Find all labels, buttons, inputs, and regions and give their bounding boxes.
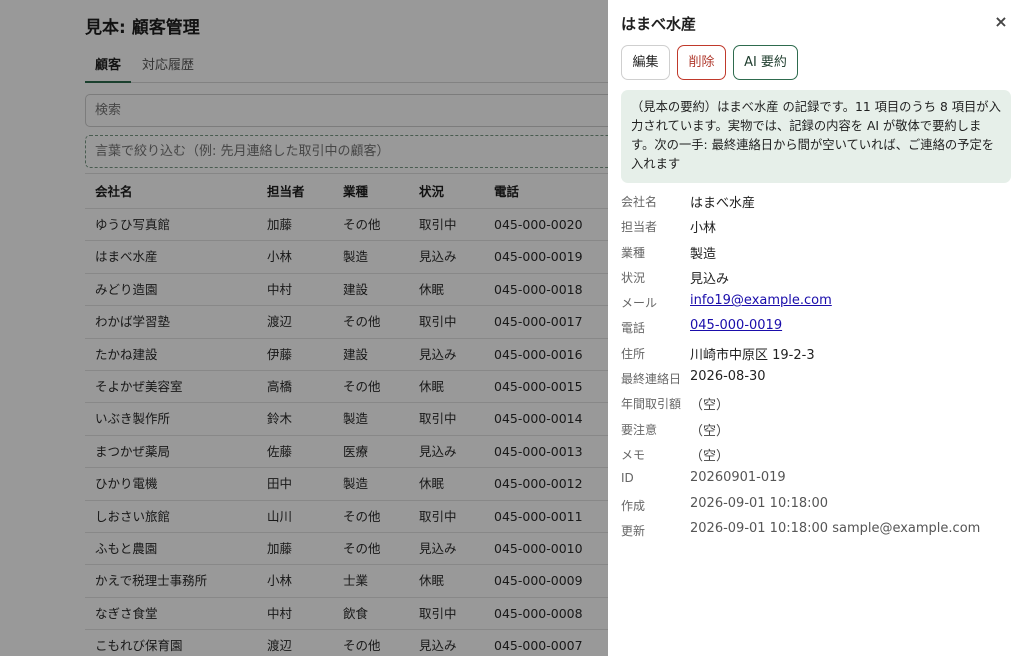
detail-value: （空） <box>690 398 730 414</box>
ai-summary-box: （見本の要約）はまべ水産 の記録です。11 項目のうち 8 項目が入力されていま… <box>621 90 1011 183</box>
ai-summary-button[interactable]: AI 要約 <box>733 45 798 80</box>
detail-value: 製造 <box>690 246 717 262</box>
detail-value: 小林 <box>690 221 717 237</box>
detail-row: 要注意 （空） <box>621 417 1011 442</box>
detail-value: （空） <box>690 423 730 439</box>
detail-row: 最終連絡日 2026-08-30 <box>621 366 1011 391</box>
detail-row: 業種 製造 <box>621 240 1011 265</box>
detail-label: 更新 <box>621 523 646 538</box>
detail-row: 住所 川崎市中原区 19-2-3 <box>621 341 1011 366</box>
delete-button[interactable]: 削除 <box>677 45 726 80</box>
detail-row: 担当者 小林 <box>621 214 1011 239</box>
detail-label: 担当者 <box>621 220 658 235</box>
detail-value: （空） <box>690 448 730 464</box>
detail-label: 電話 <box>621 321 646 336</box>
detail-value: 2026-08-30 <box>690 369 766 385</box>
detail-value: 2026-09-01 10:18:00 sample@example.com <box>690 520 981 536</box>
detail-value: 20260901-019 <box>690 470 786 486</box>
detail-row: メモ （空） <box>621 442 1011 467</box>
detail-drawer: はまべ水産 × 編集 削除 AI 要約 （見本の要約）はまべ水産 の記録です。1… <box>608 0 1024 656</box>
close-button[interactable]: × <box>993 12 1009 32</box>
detail-link[interactable]: info19@example.com <box>690 293 832 308</box>
detail-label: 要注意 <box>621 422 658 437</box>
detail-label: 住所 <box>621 346 646 361</box>
detail-row: 電話 045-000-0019 <box>621 315 1011 340</box>
edit-button[interactable]: 編集 <box>621 45 670 80</box>
detail-fields: 会社名 はまべ水産担当者 小林業種 製造状況 見込みメール info19@example.… <box>621 189 1011 543</box>
detail-value: 川崎市中原区 19-2-3 <box>690 347 815 363</box>
detail-label: メモ <box>621 447 646 462</box>
detail-label: 年間取引額 <box>621 397 682 412</box>
detail-value: はまべ水産 <box>690 196 756 211</box>
detail-value: 見込み <box>690 271 730 287</box>
detail-label: 状況 <box>621 270 646 285</box>
detail-label: 会社名 <box>621 195 658 209</box>
detail-row: 年間取引額 （空） <box>621 391 1011 416</box>
drawer-title: はまべ水産 <box>621 15 697 33</box>
detail-row: ID 20260901-019 <box>621 467 1011 492</box>
detail-label: ID <box>621 471 634 486</box>
detail-label: 業種 <box>621 245 646 260</box>
detail-row: 状況 見込み <box>621 265 1011 290</box>
detail-link[interactable]: 045-000-0019 <box>690 318 782 333</box>
detail-row: メール info19@example.com <box>621 290 1011 315</box>
detail-label: メール <box>621 296 658 311</box>
detail-row: 会社名 はまべ水産 <box>621 189 1011 214</box>
detail-label: 最終連絡日 <box>621 372 682 387</box>
detail-value: 2026-09-01 10:18:00 <box>690 495 829 511</box>
detail-label: 作成 <box>621 498 646 513</box>
detail-row: 作成 2026-09-01 10:18:00 <box>621 493 1011 518</box>
modal-backdrop[interactable] <box>0 0 608 656</box>
detail-row: 更新 2026-09-01 10:18:00 sample@example.com <box>621 518 1011 543</box>
